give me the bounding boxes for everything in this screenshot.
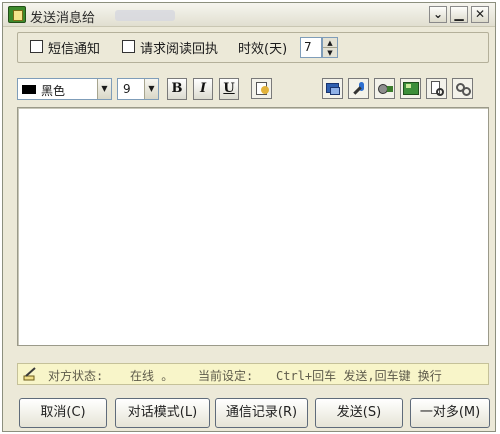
- file-transfer-icon[interactable]: [426, 78, 447, 99]
- microphone-icon[interactable]: [348, 78, 369, 99]
- recipient-name-redacted: [115, 10, 175, 21]
- chevron-down-icon[interactable]: ▼: [97, 79, 111, 99]
- pencil-status-icon: [23, 367, 36, 381]
- send-button[interactable]: 发送(S): [315, 398, 403, 428]
- peer-status-value: 在线 。: [130, 369, 174, 383]
- spin-down-icon[interactable]: ▼: [323, 48, 337, 58]
- font-size-select[interactable]: 9 ▼: [117, 78, 159, 100]
- close-button[interactable]: ✕: [471, 6, 489, 23]
- dropdown-menu-button[interactable]: ⌄: [429, 6, 447, 23]
- one-to-many-button[interactable]: 一对多(M): [410, 398, 490, 428]
- sms-notify-checkbox[interactable]: [30, 40, 43, 53]
- format-toolbar: 黑色 ▼ 9 ▼ B I U: [17, 78, 489, 102]
- timeout-days-input[interactable]: 7: [300, 37, 322, 58]
- insert-emoticon-icon[interactable]: [251, 78, 272, 99]
- message-input-area[interactable]: [17, 107, 489, 346]
- font-color-select[interactable]: 黑色 ▼: [17, 78, 112, 100]
- color-swatch: [22, 85, 36, 94]
- app-icon: [8, 6, 26, 23]
- dialog-mode-button[interactable]: 对话模式(L): [115, 398, 210, 428]
- italic-button[interactable]: I: [193, 78, 213, 100]
- read-receipt-label[interactable]: 请求阅读回执: [140, 38, 218, 57]
- link-icon[interactable]: [452, 78, 473, 99]
- chevron-down-icon[interactable]: ▼: [144, 79, 158, 99]
- bold-button[interactable]: B: [167, 78, 187, 100]
- current-setting-value: Ctrl+回车 发送,回车键 换行: [276, 369, 442, 383]
- timeout-label: 时效(天): [238, 42, 288, 57]
- title-bar[interactable]: 发送消息给 ⌄ ▁ ✕: [3, 3, 495, 27]
- picture-icon[interactable]: [400, 78, 421, 99]
- read-receipt-checkbox[interactable]: [122, 40, 135, 53]
- screen-share-icon[interactable]: [322, 78, 343, 99]
- options-group: 短信通知 请求阅读回执 时效(天) 7 ▲ ▼: [17, 32, 489, 63]
- send-message-window: 发送消息给 ⌄ ▁ ✕ 短信通知 请求阅读回执 时效(天) 7 ▲ ▼ 黑色 ▼…: [2, 2, 496, 432]
- current-setting-label: 当前设定:: [198, 369, 254, 383]
- status-bar: 对方状态: 在线 。 当前设定: Ctrl+回车 发送,回车键 换行: [17, 363, 489, 385]
- font-color-value: 黑色: [41, 84, 66, 98]
- timeout-spinner[interactable]: ▲ ▼: [322, 37, 338, 58]
- history-button[interactable]: 通信记录(R): [215, 398, 308, 428]
- underline-button[interactable]: U: [219, 78, 239, 100]
- sms-notify-label[interactable]: 短信通知: [48, 38, 100, 57]
- peer-status-label: 对方状态:: [48, 369, 104, 383]
- minimize-button[interactable]: ▁: [450, 6, 468, 23]
- font-size-value: 9: [123, 82, 131, 96]
- cancel-button[interactable]: 取消(C): [19, 398, 107, 428]
- video-icon[interactable]: [374, 78, 395, 99]
- window-title: 发送消息给: [30, 11, 96, 26]
- spin-up-icon[interactable]: ▲: [323, 38, 337, 48]
- message-textarea[interactable]: [18, 108, 488, 345]
